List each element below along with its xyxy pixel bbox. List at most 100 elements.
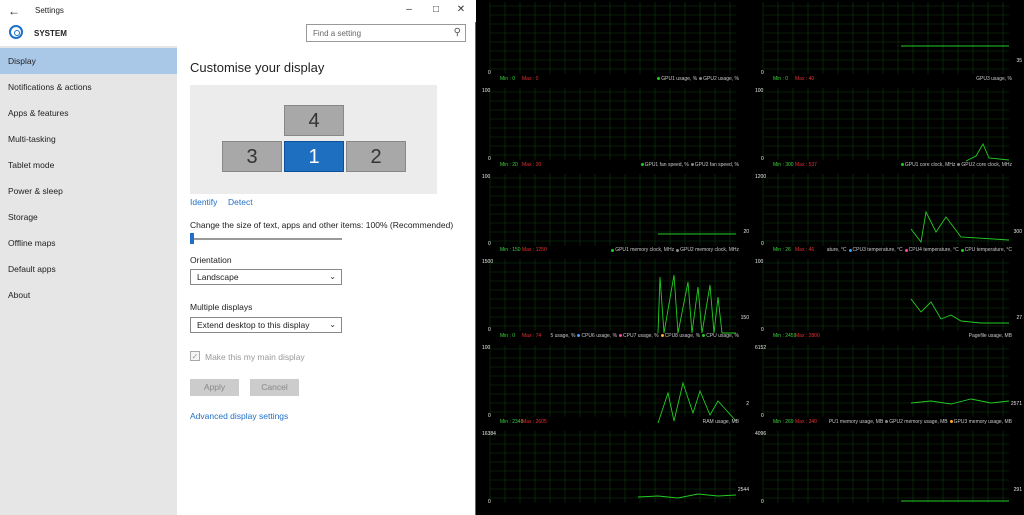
monitor-2[interactable]: 2 (346, 141, 406, 172)
monitor-3[interactable]: 3 (222, 141, 282, 172)
sidebar-item-default-apps[interactable]: Default apps (0, 256, 177, 282)
main-display-checkbox[interactable]: ✓ (190, 351, 200, 361)
graph-top-value: 1200 (755, 173, 767, 180)
sidebar-item-power-sleep[interactable]: Power & sleep (0, 178, 177, 204)
graph-canvas (762, 431, 1009, 503)
minimize-icon[interactable]: – (402, 4, 416, 15)
sidebar-item-apps-features[interactable]: Apps & features (0, 100, 177, 126)
sidebar-item-multitasking[interactable]: Multi-tasking (0, 126, 177, 152)
graph-bottom-value: 0 (488, 327, 491, 334)
series-label: CPU4 temperature, °C (908, 247, 959, 254)
monitor-graph: 1500 0 Min : 0 Max : 74 150 5 usage, % CPU6 us… (478, 257, 751, 343)
graph-bottom-value: 0 (488, 498, 491, 505)
series-label: GPU1 fan speed, % (644, 161, 689, 168)
series-color-icon (657, 76, 661, 80)
graph-max-value: Max : 40 (795, 75, 815, 82)
maximize-icon[interactable]: □ (429, 4, 443, 15)
sidebar-item-storage[interactable]: Storage (0, 204, 177, 230)
graph-max-value: Max : 537 (795, 161, 817, 168)
graph-canvas (489, 173, 736, 246)
graph-current-value: 27 (1016, 315, 1022, 322)
orientation-select[interactable]: Landscape ⌄ (190, 269, 342, 285)
graph-legend: GPU3 usage, % (976, 76, 1012, 82)
series-color-icon (904, 248, 908, 252)
graph-max-value: Max : 74 (522, 333, 542, 340)
sidebar-item-about[interactable]: About (0, 282, 177, 308)
multiple-displays-label: Multiple displays (190, 302, 253, 312)
advanced-display-link[interactable]: Advanced display settings (190, 411, 288, 421)
graph-trace (910, 299, 1009, 324)
graph-min-value: Min : 2459 (773, 333, 797, 340)
close-icon[interactable]: ✕ (454, 4, 468, 15)
series-color-icon (848, 248, 852, 252)
graph-current-value: 2571 (1010, 400, 1022, 407)
graph-bottom-value: 0 (761, 155, 764, 162)
back-arrow-icon[interactable]: ← (8, 4, 20, 18)
sidebar-item-display[interactable]: Display (0, 48, 177, 74)
monitor-4[interactable]: 4 (284, 105, 344, 136)
graph-bottom-value: 0 (761, 412, 764, 419)
graph-bottom-value: 0 (488, 69, 491, 76)
series-color-icon (900, 162, 904, 166)
graph-legend: 5 usage, % CPU6 usage, % CPU7 usage, % CPU8… (550, 333, 739, 339)
sidebar-item-notifications[interactable]: Notifications & actions (0, 74, 177, 100)
detect-link[interactable]: Detect (228, 197, 253, 207)
apply-button[interactable]: Apply (190, 379, 239, 396)
series-label: CPU usage, % (706, 333, 739, 340)
graph-top-value: 6152 (755, 345, 767, 352)
series-label: CPU8 usage, % (664, 333, 701, 340)
graph-max-value: Max : 1250 (522, 247, 547, 254)
graph-min-value: Min : 0 (773, 75, 789, 82)
series-label: GPU3 memory usage, MB (953, 418, 1012, 425)
sidebar-item-tablet-mode[interactable]: Tablet mode (0, 152, 177, 178)
graph-current-value: 20 (743, 229, 749, 236)
graph-top-value: 4096 (755, 431, 767, 437)
graph-canvas (762, 259, 1009, 332)
sidebar-item-offline-maps[interactable]: Offline maps (0, 230, 177, 256)
hardware-monitor: 0 Min : 0 Max : 0 GPU1 usage, % GPU2 usage, … (478, 0, 1024, 515)
chevron-down-icon: ⌄ (329, 320, 336, 329)
series-label: Pagefile usage, MB (968, 333, 1012, 340)
cancel-button[interactable]: Cancel (250, 379, 299, 396)
series-color-icon (949, 420, 953, 424)
graph-top-value: 1500 (482, 259, 494, 266)
series-color-icon (885, 420, 889, 424)
series-color-icon (640, 162, 644, 166)
identify-link[interactable]: Identify (190, 197, 217, 207)
multiple-displays-select[interactable]: Extend desktop to this display ⌄ (190, 317, 342, 333)
series-color-icon (619, 334, 623, 338)
series-label: GPU1 core clock, MHz (904, 161, 956, 168)
scale-slider[interactable] (190, 238, 342, 240)
chevron-down-icon: ⌄ (329, 272, 336, 281)
graph-min-value: Min : 300 (773, 161, 794, 168)
series-label: GPU1 usage, % (661, 75, 698, 82)
graph-bottom-value: 0 (488, 241, 491, 248)
graph-legend: Pagefile usage, MB (969, 333, 1012, 339)
monitor-graph: 0 Min : 0 Max : 40 35 GPU3 usage, % (751, 0, 1024, 86)
graph-canvas (762, 345, 1010, 417)
graph-min-value: Min : 150 (500, 247, 521, 254)
graph-min-value: Min : 269 (773, 418, 794, 425)
graph-legend: PU1 memory usage, MB GPU2 memory usage, M… (829, 419, 1012, 425)
display-page: Customise your display 3 1 2 4 Identify … (177, 46, 475, 515)
monitor-1[interactable]: 1 (284, 141, 344, 172)
series-color-icon (611, 248, 615, 252)
series-label: CPU temperature, °C (964, 247, 1012, 254)
graph-trace (910, 210, 1010, 243)
series-label: GPU2 fan speed, % (694, 161, 739, 168)
graph-current-value: 2544 (737, 486, 749, 493)
graph-bottom-value: 0 (761, 241, 764, 248)
scale-slider-thumb[interactable] (190, 233, 194, 244)
graph-top-value: 100 (755, 259, 764, 266)
series-color-icon (960, 248, 964, 252)
series-label: RAM usage, MB (702, 418, 739, 425)
graph-top-value: 100 (482, 173, 491, 180)
graph-max-value: Max : 2800 (795, 333, 820, 340)
graph-bottom-value: 0 (761, 69, 764, 76)
search-input[interactable]: Find a setting ⚲ (306, 24, 466, 42)
series-label: GPU2 memory usage, MB (889, 418, 948, 425)
sidebar: Display Notifications & actions Apps & f… (0, 46, 177, 515)
series-color-icon (957, 162, 961, 166)
main-display-label: Make this my main display (205, 352, 305, 362)
multiple-displays-value: Extend desktop to this display (197, 320, 310, 330)
